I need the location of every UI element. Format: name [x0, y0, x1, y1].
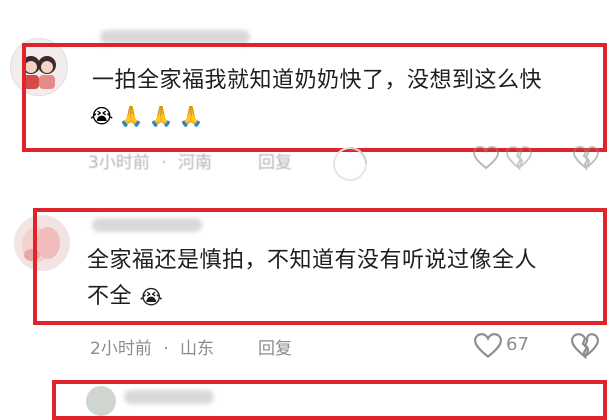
comment-text: 不全 😭	[87, 280, 163, 314]
avatar[interactable]	[86, 386, 116, 416]
comment-meta: 3小时前 · 河南	[88, 148, 212, 173]
comment-time: 2小时前	[90, 339, 152, 359]
comment-text-line2: 不全	[87, 284, 133, 309]
crying-face-emoji: 😭	[139, 285, 164, 309]
comment-text-line1: 全家福还是慎拍，不知道有没有听说过像全人	[87, 248, 538, 273]
comment-location: 山东	[180, 339, 215, 359]
comment-location: 河南	[178, 153, 213, 173]
comment-text: 全家福还是慎拍，不知道有没有听说过像全人	[87, 244, 537, 278]
praying-hands-emoji: 🙏	[118, 104, 144, 128]
comment-meta: 2小时前 · 山东	[90, 334, 214, 359]
like-count: 67	[506, 334, 529, 355]
comment-text: 一拍全家福我就知道奶奶快了，没想到这么快	[92, 64, 542, 98]
broken-heart-icon[interactable]	[505, 145, 533, 171]
praying-hands-emoji: 🙏	[148, 104, 174, 128]
comment-emojis: 😭 🙏 🙏 🙏	[90, 104, 203, 128]
heart-icon[interactable]	[473, 332, 503, 360]
crying-face-emoji: 😭	[90, 104, 114, 128]
loading-spinner-icon	[333, 147, 367, 181]
reply-button[interactable]: 回复	[258, 148, 292, 173]
meta-separator: ·	[163, 339, 169, 359]
praying-hands-emoji: 🙏	[178, 104, 204, 128]
broken-heart-icon[interactable]	[570, 332, 600, 360]
meta-separator: ·	[161, 153, 167, 173]
comment-text-content: 一拍全家福我就知道奶奶快了，没想到这么快	[92, 68, 543, 93]
broken-heart-icon[interactable]	[572, 145, 600, 171]
username-blurred	[124, 390, 214, 404]
comment-time: 3小时前	[88, 153, 150, 173]
reply-button[interactable]: 回复	[258, 334, 292, 359]
heart-icon[interactable]	[472, 145, 500, 171]
username-blurred	[100, 30, 250, 44]
